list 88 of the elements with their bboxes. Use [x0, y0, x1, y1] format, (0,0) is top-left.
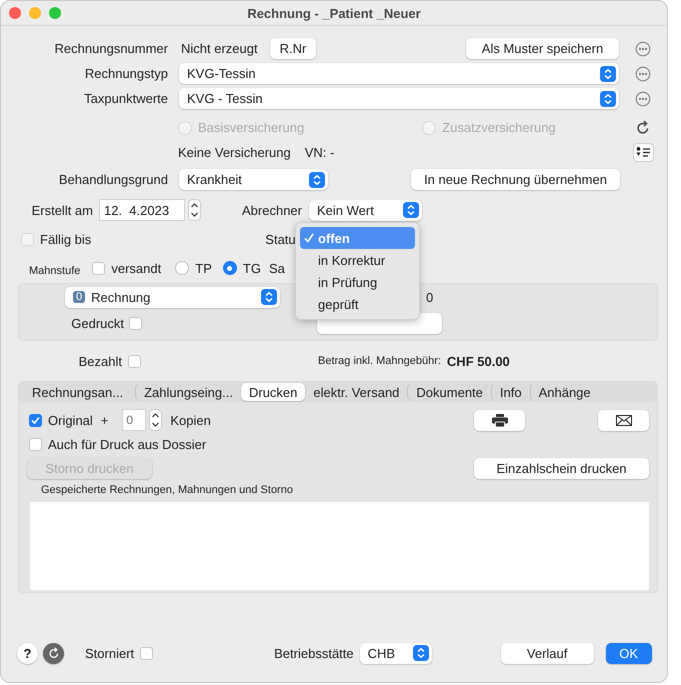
insurance-status: Keine Versicherung [178, 144, 291, 160]
checkbox[interactable] [129, 316, 142, 330]
help-button[interactable]: ? [17, 642, 38, 664]
reminder-level-select[interactable]: 0 Rechnung [65, 286, 280, 308]
invoice-number-value: Nicht erzeugt [181, 41, 258, 56]
field-label: Erstellt am [30, 202, 93, 218]
invoice-type-select[interactable]: KVG-Tessin [179, 63, 619, 84]
date-field[interactable]: 12. 4.2023 [99, 199, 185, 221]
menu-item[interactable]: geprüft [300, 293, 415, 315]
close-button[interactable] [9, 7, 21, 19]
field-label: Behandlungsgrund [58, 172, 168, 187]
more-icon[interactable] [635, 90, 651, 106]
refresh-button[interactable] [43, 642, 64, 664]
insurance-number: VN: - [304, 144, 334, 160]
menu-item[interactable]: in Prüfung [300, 271, 415, 293]
tab[interactable]: Rechnungsan... [20, 383, 136, 401]
zoom-button[interactable] [49, 7, 61, 19]
copy-to-invoice-button[interactable]: In neue Rechnung übernehmen [411, 169, 620, 190]
tab[interactable]: Drucken [240, 383, 306, 401]
ok-button[interactable]: OK [606, 642, 652, 664]
payment-slip-button[interactable]: Einzahlschein drucken [474, 458, 649, 478]
list-title: Gespeicherte Rechnungen, Mahnungen und Storno [41, 484, 293, 496]
chevron-icon [412, 645, 429, 661]
field-label: Bezahlt [78, 354, 122, 368]
tab[interactable]: Dokumente [407, 383, 491, 401]
checkbox[interactable] [128, 354, 141, 368]
checkbox-label: Auch für Druck aus Dossier [48, 436, 206, 452]
more-icon[interactable] [635, 66, 651, 82]
checkbox[interactable] [21, 232, 34, 246]
checkbox-label: Fällig bis [40, 232, 92, 246]
chevron-icon [309, 172, 325, 188]
field-label: Betriebsstätte [274, 646, 354, 660]
field-label: Rechnungstyp [84, 66, 168, 81]
more-icon[interactable] [635, 40, 651, 56]
window-title: Rechnung - _Patient _Neuer [247, 6, 421, 20]
checkbox-label: Original [48, 412, 93, 428]
stepper-icon[interactable] [149, 409, 162, 431]
chevron-icon [261, 289, 277, 305]
checkmark-icon [304, 232, 314, 242]
envelope-icon [616, 414, 632, 426]
checkbox-label: Storniert [85, 646, 134, 660]
treatment-select[interactable]: Krankheit [179, 169, 328, 190]
history-button[interactable]: Verlauf [500, 642, 594, 664]
print-button[interactable] [474, 410, 525, 430]
radio-label: Zusatzversicherung [442, 120, 556, 135]
chevron-icon [600, 90, 616, 106]
panel-text: 0 [426, 290, 434, 304]
radio-button[interactable] [175, 261, 190, 275]
tab[interactable]: Anhänge [530, 383, 599, 401]
save-template-button[interactable]: Als Muster speichern [466, 38, 619, 59]
field-label: Rechnungsnummer [54, 41, 168, 56]
email-button[interactable] [598, 410, 649, 430]
field-label: Mahnstufe [29, 265, 80, 277]
printer-icon [492, 414, 508, 426]
checkbox[interactable] [29, 438, 42, 450]
copies-field[interactable]: 0 [122, 409, 146, 431]
minimize-button[interactable] [29, 7, 41, 19]
checkbox-label: versandt [111, 260, 162, 276]
field-label: Abrechner [241, 202, 302, 218]
field-label: Taxpunktwerte [83, 91, 168, 106]
tab[interactable]: elektr. Versand [305, 383, 408, 401]
radio-button[interactable] [222, 261, 237, 275]
number-button[interactable]: R.Nr [270, 38, 316, 59]
refresh-icon[interactable] [636, 120, 650, 135]
field-label: Sa [268, 260, 285, 276]
field-label: Gedruckt [70, 316, 124, 330]
plus-sign: + [100, 412, 108, 428]
tab[interactable]: Info [490, 383, 530, 401]
refresh-icon [48, 647, 60, 659]
field-label: Statu [265, 232, 296, 246]
checkbox[interactable] [29, 414, 42, 426]
amount-value: CHF 50.00 [446, 354, 510, 368]
radio-label: Basisversicherung [198, 120, 304, 135]
level-badge: 0 [73, 291, 86, 303]
amount-label: Betrag inkl. Mahngebühr: [318, 355, 441, 367]
menu-item[interactable]: in Korrektur [300, 249, 415, 271]
tax-points-select[interactable]: KVG - Tessin [179, 88, 619, 109]
chevron-icon [403, 202, 419, 218]
field-label: Kopien [170, 412, 211, 428]
site-select[interactable]: CHB [360, 642, 432, 664]
biller-select[interactable]: Kein Wert [309, 200, 422, 220]
radio-label: TP [195, 260, 212, 276]
chevron-icon [600, 66, 616, 82]
checkbox[interactable] [92, 262, 106, 274]
checkbox[interactable] [140, 646, 154, 660]
list-icon[interactable] [632, 142, 654, 162]
stepper-icon[interactable] [188, 199, 201, 221]
radio-label: TG [242, 260, 261, 276]
